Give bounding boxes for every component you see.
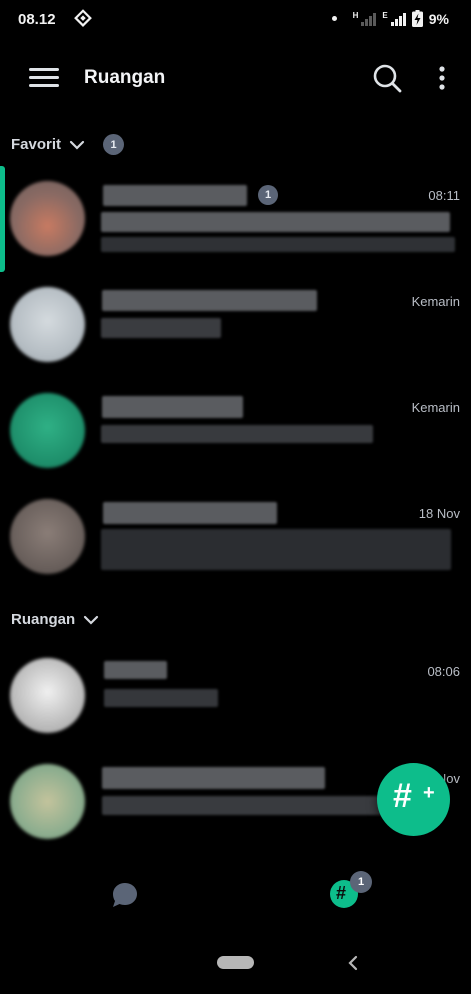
signal-2-icon: [390, 12, 406, 26]
notification-dot-icon: [331, 16, 337, 21]
status-bar: 08.12 H E 9%: [0, 0, 471, 40]
section-label-favorites: Favorit: [11, 136, 62, 153]
chevron-down-icon: [69, 140, 85, 150]
network-type-h: H: [352, 11, 359, 20]
section-label-rooms: Ruangan: [11, 611, 76, 628]
menu-button[interactable]: [29, 64, 61, 92]
room-preview-redacted-2: [101, 237, 455, 252]
room-unread-badge: 1: [258, 185, 278, 205]
room-item[interactable]: Kemarin: [0, 277, 471, 377]
room-name-redacted: [103, 185, 247, 206]
battery-percent: 9%: [428, 10, 449, 27]
room-name-redacted: [102, 290, 317, 311]
create-room-fab[interactable]: # +: [377, 763, 450, 836]
status-indicators: H E 9%: [331, 10, 449, 27]
room-timestamp: 08:11: [428, 188, 460, 203]
sync-icon: [74, 9, 92, 27]
room-avatar: [10, 764, 85, 839]
room-timestamp: 08:06: [427, 664, 460, 679]
search-icon[interactable]: [371, 62, 403, 94]
room-name-redacted: [102, 767, 325, 789]
bottom-nav: # 1: [0, 862, 471, 932]
room-timestamp: Kemarin: [411, 400, 460, 415]
app-bar: Ruangan: [0, 50, 471, 106]
room-preview-redacted: [102, 796, 392, 815]
room-name-redacted: [102, 396, 243, 418]
system-nav-bar: [0, 940, 471, 994]
room-avatar: [10, 287, 85, 362]
back-chevron-icon[interactable]: [346, 954, 360, 972]
network-type-e: E: [382, 11, 388, 20]
room-timestamp: 18 Nov: [418, 506, 460, 521]
status-time: 08.12: [18, 11, 56, 28]
chat-bubble-icon[interactable]: [110, 880, 140, 910]
room-item[interactable]: 1 08:11: [0, 168, 471, 268]
room-avatar: [10, 658, 85, 733]
room-preview-redacted: [101, 529, 451, 570]
signal-1-icon: [361, 12, 377, 26]
room-item[interactable]: Kemarin: [0, 382, 471, 482]
room-item[interactable]: 08:06: [0, 647, 471, 747]
room-item[interactable]: 18 Nov: [0, 488, 471, 588]
room-timestamp: Kemarin: [411, 294, 460, 309]
section-header-rooms[interactable]: Ruangan: [11, 611, 99, 628]
battery-charging-icon: [411, 10, 423, 27]
room-preview-redacted: [101, 318, 221, 338]
menu-icon-line: [29, 76, 59, 79]
chevron-down-icon: [84, 615, 99, 625]
section-header-favorites[interactable]: Favorit 1: [11, 134, 125, 155]
favorites-count-badge: 1: [103, 134, 125, 155]
menu-icon-line: [29, 84, 59, 87]
room-name-redacted: [103, 502, 277, 524]
rooms-tab-badge: 1: [350, 871, 372, 893]
room-avatar: [10, 499, 85, 574]
room-name-redacted: [104, 661, 167, 679]
page-title: Ruangan: [84, 67, 166, 88]
hashtag-icon: #: [336, 883, 347, 903]
more-options-icon[interactable]: [432, 64, 452, 92]
room-preview-redacted: [101, 212, 450, 232]
room-preview-redacted: [104, 689, 218, 707]
room-avatar: [10, 393, 85, 468]
room-avatar: [10, 181, 85, 256]
plus-icon: +: [423, 782, 435, 804]
menu-icon: [29, 68, 59, 71]
home-pill[interactable]: [217, 956, 254, 969]
hashtag-icon: #: [393, 777, 412, 815]
room-preview-redacted: [101, 425, 373, 443]
